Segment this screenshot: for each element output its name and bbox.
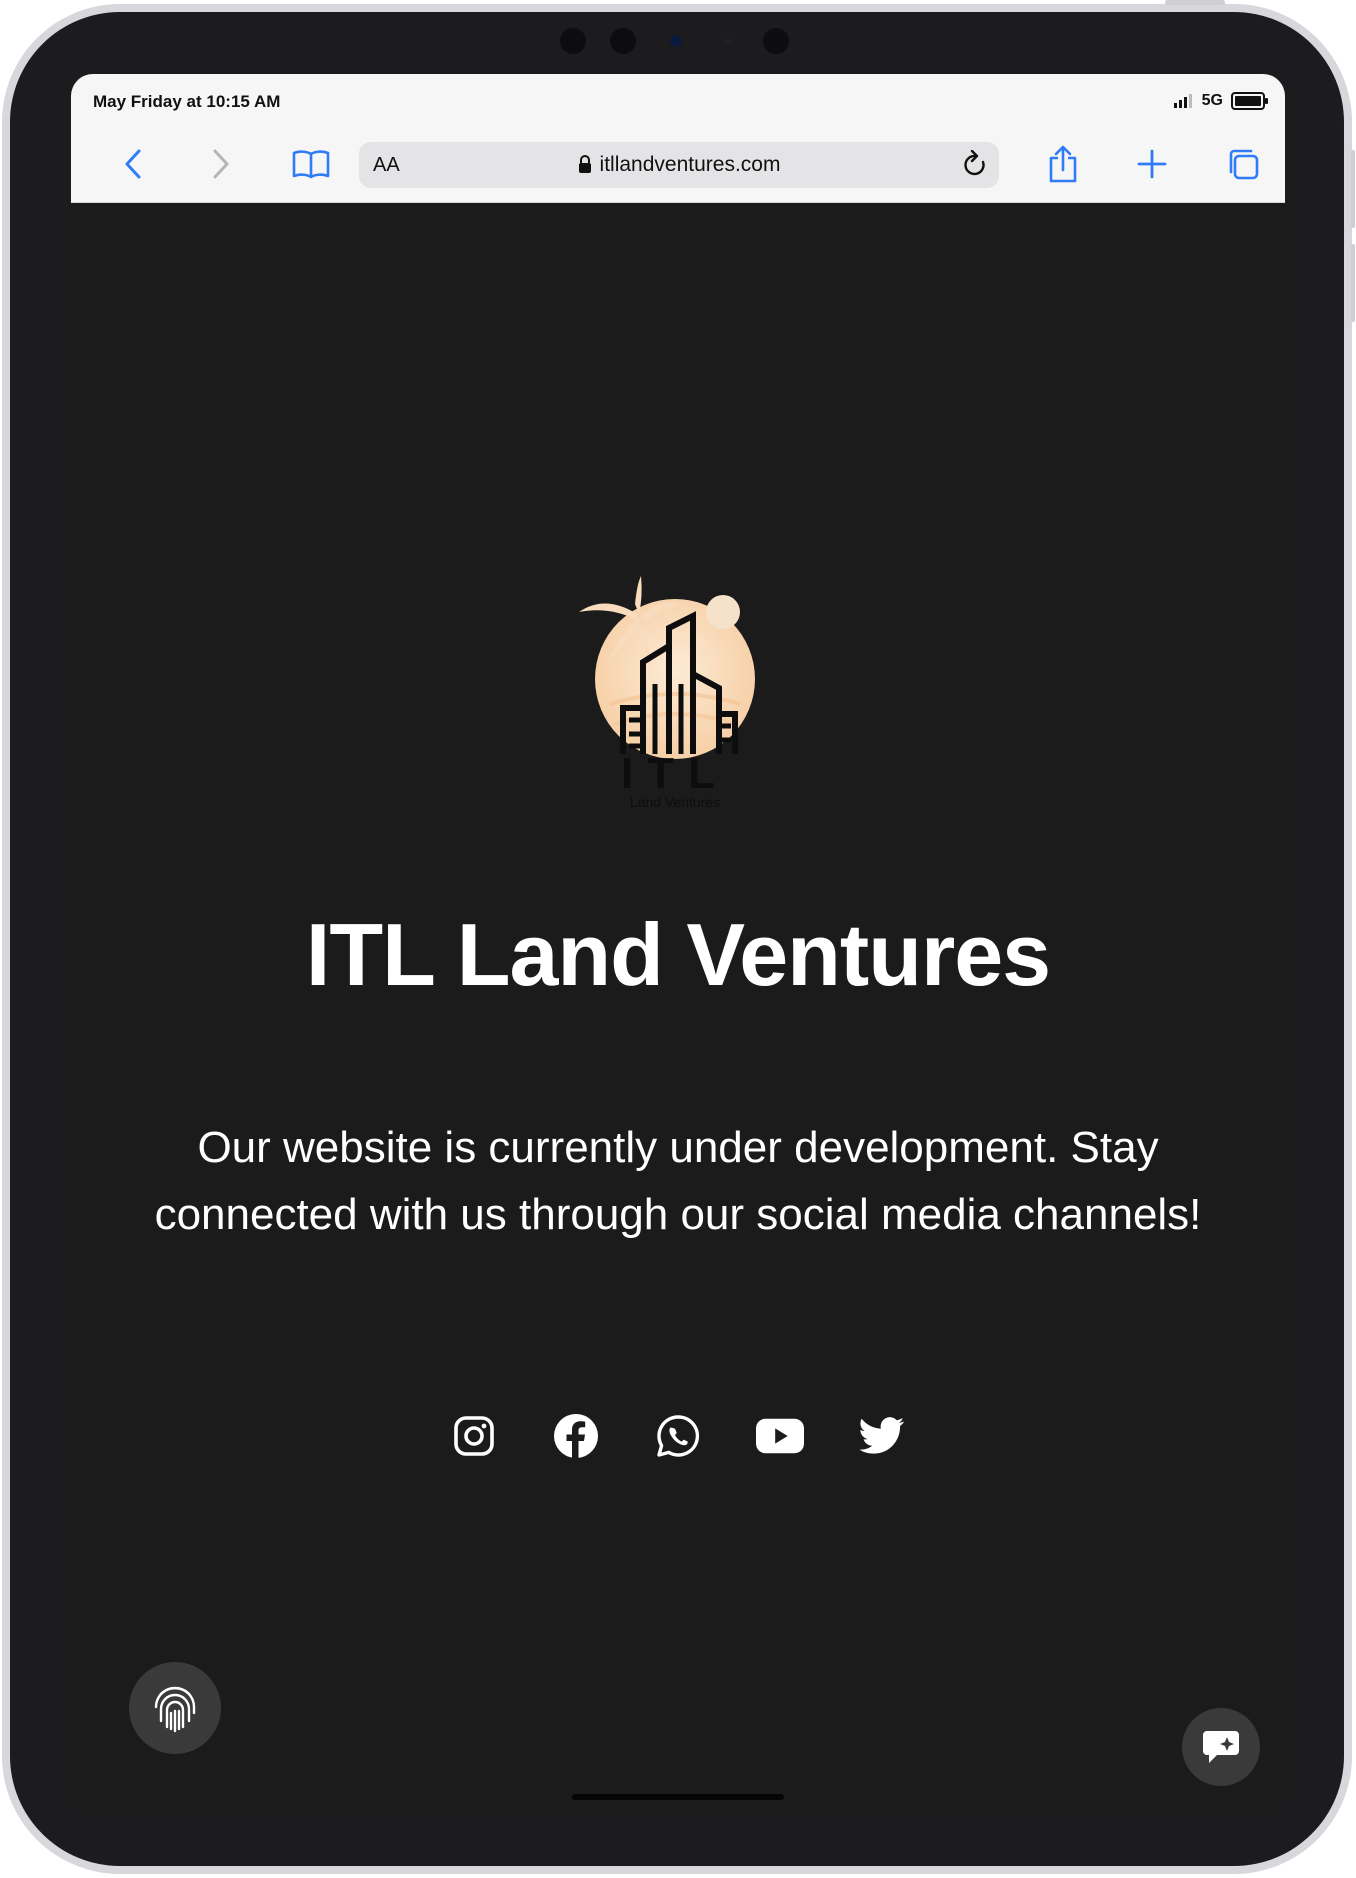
tabs-button[interactable] [1223,144,1263,184]
url-display: itllandventures.com [359,153,999,177]
instagram-icon [454,1416,494,1456]
camera-lens [670,35,682,47]
tabs-icon [1229,149,1259,180]
back-button[interactable] [113,144,153,184]
lock-icon [578,155,591,173]
front-camera [610,28,636,54]
forward-button[interactable] [201,144,241,184]
fingerprint-icon [154,1686,196,1733]
reload-button[interactable] [961,149,989,185]
chevron-left-icon [125,149,141,179]
facebook-link[interactable] [552,1412,600,1460]
twitter-icon [859,1417,905,1454]
whatsapp-link[interactable] [654,1412,702,1460]
share-button[interactable] [1043,144,1083,184]
url-text: itllandventures.com [599,153,781,176]
volume-button-top [1351,150,1355,228]
book-icon [292,150,330,179]
bookmarks-button[interactable] [291,144,331,184]
reload-icon [964,149,985,176]
chevron-right-icon [213,149,229,179]
home-indicator [572,1794,784,1800]
signal-icon [1173,94,1192,108]
status-time: May Friday at 10:15 AM [93,92,281,111]
logo-mark-text: ITL [621,749,729,798]
facebook-icon [554,1414,598,1458]
face-id-sensor [763,28,789,54]
page-message: Our website is currently under developme… [154,1123,1202,1239]
whatsapp-icon [657,1415,700,1457]
browser-toolbar: AA itllandventures.com [71,128,1285,203]
company-logo: ITL Land Ventures [575,574,775,814]
chat-sparkle-icon [1203,1731,1239,1763]
power-button [1165,0,1225,5]
volume-button-bottom [1351,244,1355,322]
status-bar: May Friday at 10:15 AM 5G [71,74,1285,128]
instagram-link[interactable] [450,1412,498,1460]
network-type: 5G [1201,92,1223,109]
address-bar[interactable]: AA itllandventures.com [359,142,999,188]
battery-icon [1231,92,1268,110]
youtube-icon [756,1418,804,1454]
chat-assistant-button[interactable] [1182,1708,1260,1786]
sensor [560,28,586,54]
screen: May Friday at 10:15 AM 5G AA itllandvent… [71,74,1285,1812]
twitter-link[interactable] [858,1412,906,1460]
page-title: ITL Land Ventures [305,905,1051,1004]
youtube-link[interactable] [756,1412,804,1460]
logo-mark-subtext: Land Ventures [630,794,720,810]
new-tab-button[interactable] [1132,144,1172,184]
social-links [71,1412,1285,1460]
ambient-sensor [725,38,731,44]
share-icon [1049,145,1077,183]
plus-icon [1137,149,1167,179]
status-indicators: 5G [1173,92,1268,110]
fingerprint-button[interactable] [129,1662,221,1754]
